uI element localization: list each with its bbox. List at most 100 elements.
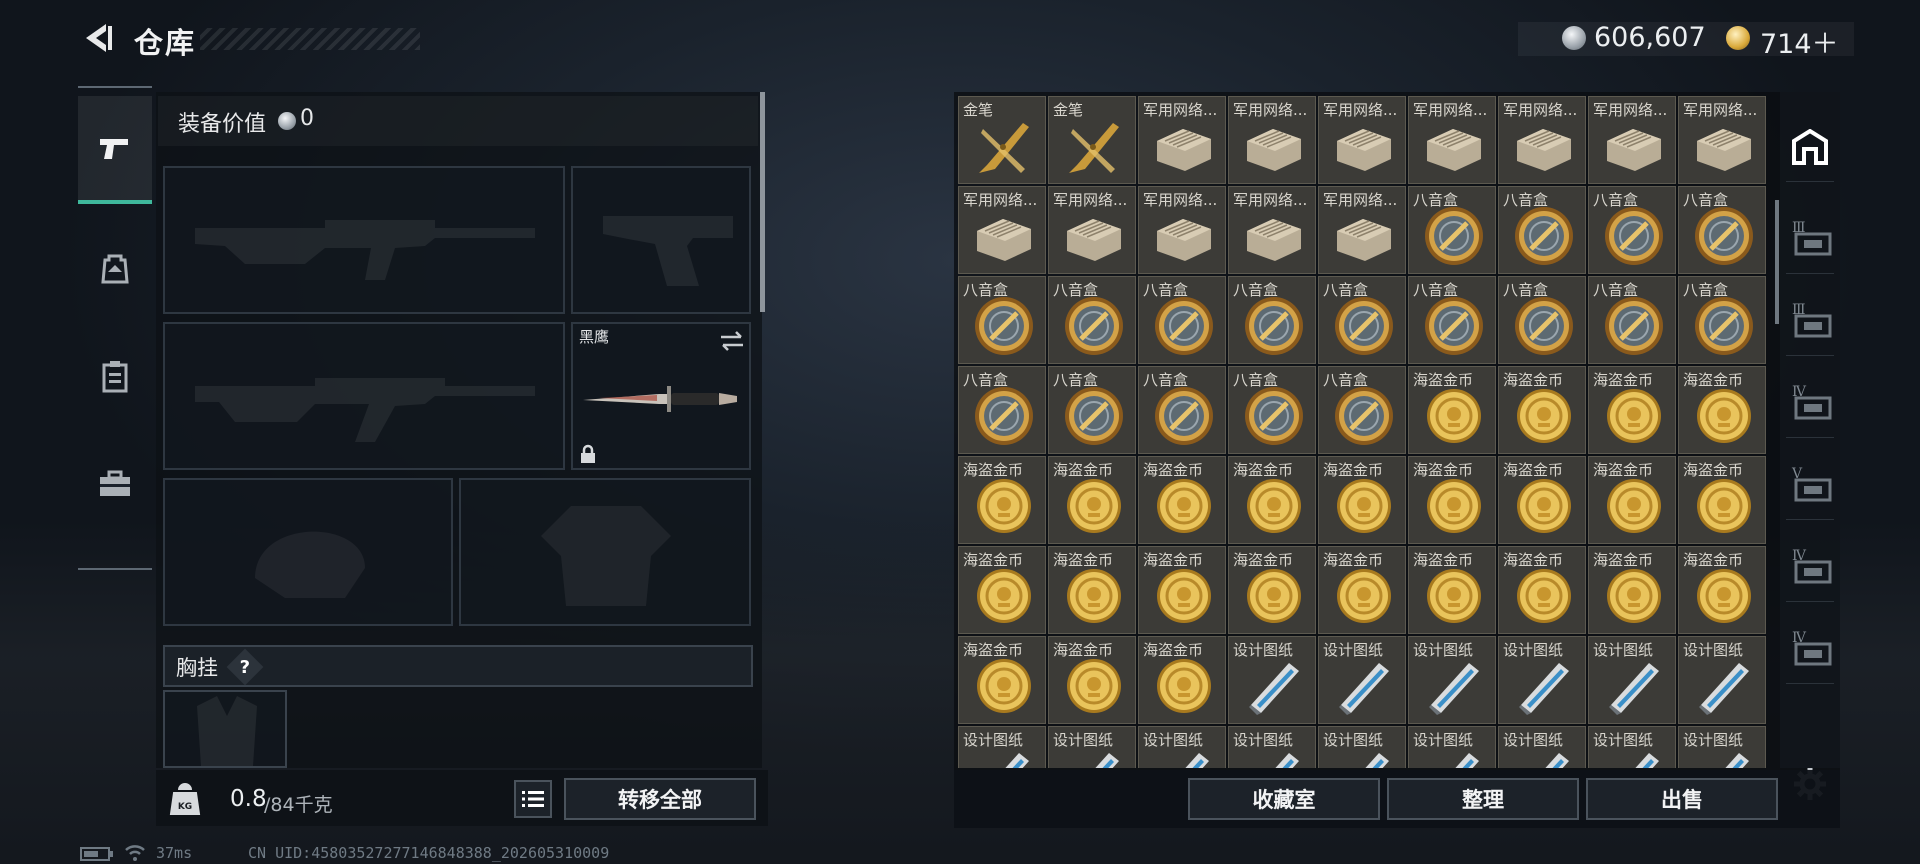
stash-item[interactable]: 海盗金币 <box>958 636 1046 724</box>
equipment-scrollbar[interactable] <box>760 92 765 312</box>
stash-item[interactable]: 八音盒 <box>1678 186 1766 274</box>
stash-item[interactable]: 军用网络... <box>1138 186 1226 274</box>
stash-item[interactable]: 设计图纸 <box>1228 636 1316 724</box>
stash-item[interactable]: 设计图纸 <box>1138 726 1226 768</box>
stash-item[interactable]: 八音盒 <box>958 276 1046 364</box>
stash-item[interactable]: 设计图纸 <box>1318 726 1406 768</box>
stash-item[interactable]: 海盗金币 <box>1048 546 1136 634</box>
tab-stash-page[interactable]: Ⅴ <box>1786 450 1834 520</box>
stash-item[interactable]: 设计图纸 <box>1588 726 1676 768</box>
stash-item[interactable]: 八音盒 <box>1678 276 1766 364</box>
stash-item[interactable]: 设计图纸 <box>1588 636 1676 724</box>
stash-item[interactable]: 八音盒 <box>1138 366 1226 454</box>
stash-item[interactable]: 八音盒 <box>1228 366 1316 454</box>
list-view-button[interactable] <box>514 780 552 818</box>
stash-item[interactable]: 海盗金币 <box>1228 456 1316 544</box>
pistol-slot[interactable] <box>571 166 751 314</box>
stash-item[interactable]: 海盗金币 <box>1588 546 1676 634</box>
stash-item[interactable]: 设计图纸 <box>1678 636 1766 724</box>
helmet-slot[interactable] <box>163 478 453 626</box>
stash-item[interactable]: 设计图纸 <box>1228 726 1316 768</box>
tab-stash-page[interactable]: Ⅳ <box>1786 614 1834 684</box>
stash-item[interactable]: 设计图纸 <box>1498 726 1586 768</box>
stash-item[interactable]: 海盗金币 <box>1138 636 1226 724</box>
stash-item[interactable]: 八音盒 <box>1498 186 1586 274</box>
stash-item[interactable]: 军用网络... <box>1318 96 1406 184</box>
tab-stash-page[interactable]: Ⅲ <box>1786 204 1834 274</box>
collection-room-button[interactable]: 收藏室 <box>1188 778 1380 820</box>
stash-item[interactable]: 设计图纸 <box>1048 726 1136 768</box>
stash-item[interactable]: 设计图纸 <box>1408 636 1496 724</box>
tab-stash-page[interactable]: Ⅳ <box>1786 532 1834 602</box>
swap-icon[interactable] <box>719 330 745 352</box>
stash-item[interactable]: 金笔 <box>958 96 1046 184</box>
tab-case[interactable] <box>78 428 152 540</box>
stash-item[interactable]: 海盗金币 <box>958 546 1046 634</box>
stash-item[interactable]: 军用网络... <box>958 186 1046 274</box>
stash-item[interactable]: 军用网络... <box>1318 186 1406 274</box>
stash-item[interactable]: 海盗金币 <box>1588 366 1676 454</box>
tab-backpack[interactable] <box>78 212 152 324</box>
stash-item[interactable]: 海盗金币 <box>1678 366 1766 454</box>
stash-item[interactable]: 八音盒 <box>1498 276 1586 364</box>
stash-item[interactable]: 军用网络... <box>1678 96 1766 184</box>
stash-item[interactable]: 军用网络... <box>1138 96 1226 184</box>
transfer-all-button[interactable]: 转移全部 <box>564 778 756 820</box>
stash-item[interactable]: 八音盒 <box>1048 366 1136 454</box>
stash-item[interactable]: 海盗金币 <box>1678 546 1766 634</box>
stash-item[interactable]: 金笔 <box>1048 96 1136 184</box>
stash-item[interactable]: 海盗金币 <box>1408 546 1496 634</box>
stash-item[interactable]: 军用网络... <box>1588 96 1676 184</box>
stash-item[interactable]: 八音盒 <box>1048 276 1136 364</box>
stash-item[interactable]: 海盗金币 <box>1318 546 1406 634</box>
stash-item[interactable]: 海盗金币 <box>1588 456 1676 544</box>
primary-weapon-slot[interactable] <box>163 166 565 314</box>
stash-item[interactable]: 八音盒 <box>1138 276 1226 364</box>
tab-stash-main[interactable] <box>1786 112 1834 182</box>
gold-amount[interactable]: 714＋ <box>1760 22 1839 61</box>
stash-item[interactable]: 设计图纸 <box>1318 636 1406 724</box>
back-arrow-icon[interactable] <box>78 20 114 56</box>
tab-stash-page[interactable]: Ⅳ <box>1786 368 1834 438</box>
stash-item[interactable]: 海盗金币 <box>1678 456 1766 544</box>
stash-item[interactable]: 军用网络... <box>1408 96 1496 184</box>
stash-item[interactable]: 八音盒 <box>1588 186 1676 274</box>
stash-item[interactable]: 海盗金币 <box>1228 546 1316 634</box>
stash-item[interactable]: 海盗金币 <box>1138 456 1226 544</box>
stash-item[interactable]: 八音盒 <box>1318 366 1406 454</box>
stash-item[interactable]: 军用网络... <box>1498 96 1586 184</box>
stash-item[interactable]: 海盗金币 <box>1408 366 1496 454</box>
stash-item[interactable]: 八音盒 <box>1408 186 1496 274</box>
chest-rig-slot[interactable] <box>163 690 287 768</box>
stash-item[interactable]: 海盗金币 <box>1138 546 1226 634</box>
stash-item[interactable]: 设计图纸 <box>1498 636 1586 724</box>
stash-item[interactable]: 设计图纸 <box>1408 726 1496 768</box>
stash-item[interactable]: 八音盒 <box>1408 276 1496 364</box>
stash-item[interactable]: 海盗金币 <box>1048 456 1136 544</box>
tab-stash-page[interactable]: Ⅲ <box>1786 286 1834 356</box>
sell-button[interactable]: 出售 <box>1586 778 1778 820</box>
stash-scrollbar[interactable] <box>1775 200 1779 324</box>
stash-item[interactable]: 设计图纸 <box>1678 726 1766 768</box>
stash-item[interactable]: 军用网络... <box>1228 186 1316 274</box>
stash-item[interactable]: 八音盒 <box>958 366 1046 454</box>
stash-item[interactable]: 海盗金币 <box>958 456 1046 544</box>
stash-item[interactable]: 海盗金币 <box>1498 366 1586 454</box>
stash-item[interactable]: 海盗金币 <box>1408 456 1496 544</box>
stash-item[interactable]: 八音盒 <box>1588 276 1676 364</box>
organize-button[interactable]: 整理 <box>1387 778 1579 820</box>
stash-item[interactable]: 海盗金币 <box>1318 456 1406 544</box>
secondary-weapon-slot[interactable] <box>163 322 565 470</box>
stash-item[interactable]: 军用网络... <box>1228 96 1316 184</box>
tab-vest[interactable] <box>78 320 152 432</box>
melee-slot[interactable]: 黑鹰 <box>571 322 751 470</box>
stash-item[interactable]: 八音盒 <box>1228 276 1316 364</box>
stash-item[interactable]: 军用网络... <box>1048 186 1136 274</box>
stash-item[interactable]: 海盗金币 <box>1498 456 1586 544</box>
armor-slot[interactable] <box>459 478 751 626</box>
stash-item[interactable]: 八音盒 <box>1318 276 1406 364</box>
stash-item[interactable]: 海盗金币 <box>1048 636 1136 724</box>
stash-item[interactable]: 设计图纸 <box>958 726 1046 768</box>
stash-item[interactable]: 海盗金币 <box>1498 546 1586 634</box>
tab-weapons[interactable] <box>78 96 152 204</box>
